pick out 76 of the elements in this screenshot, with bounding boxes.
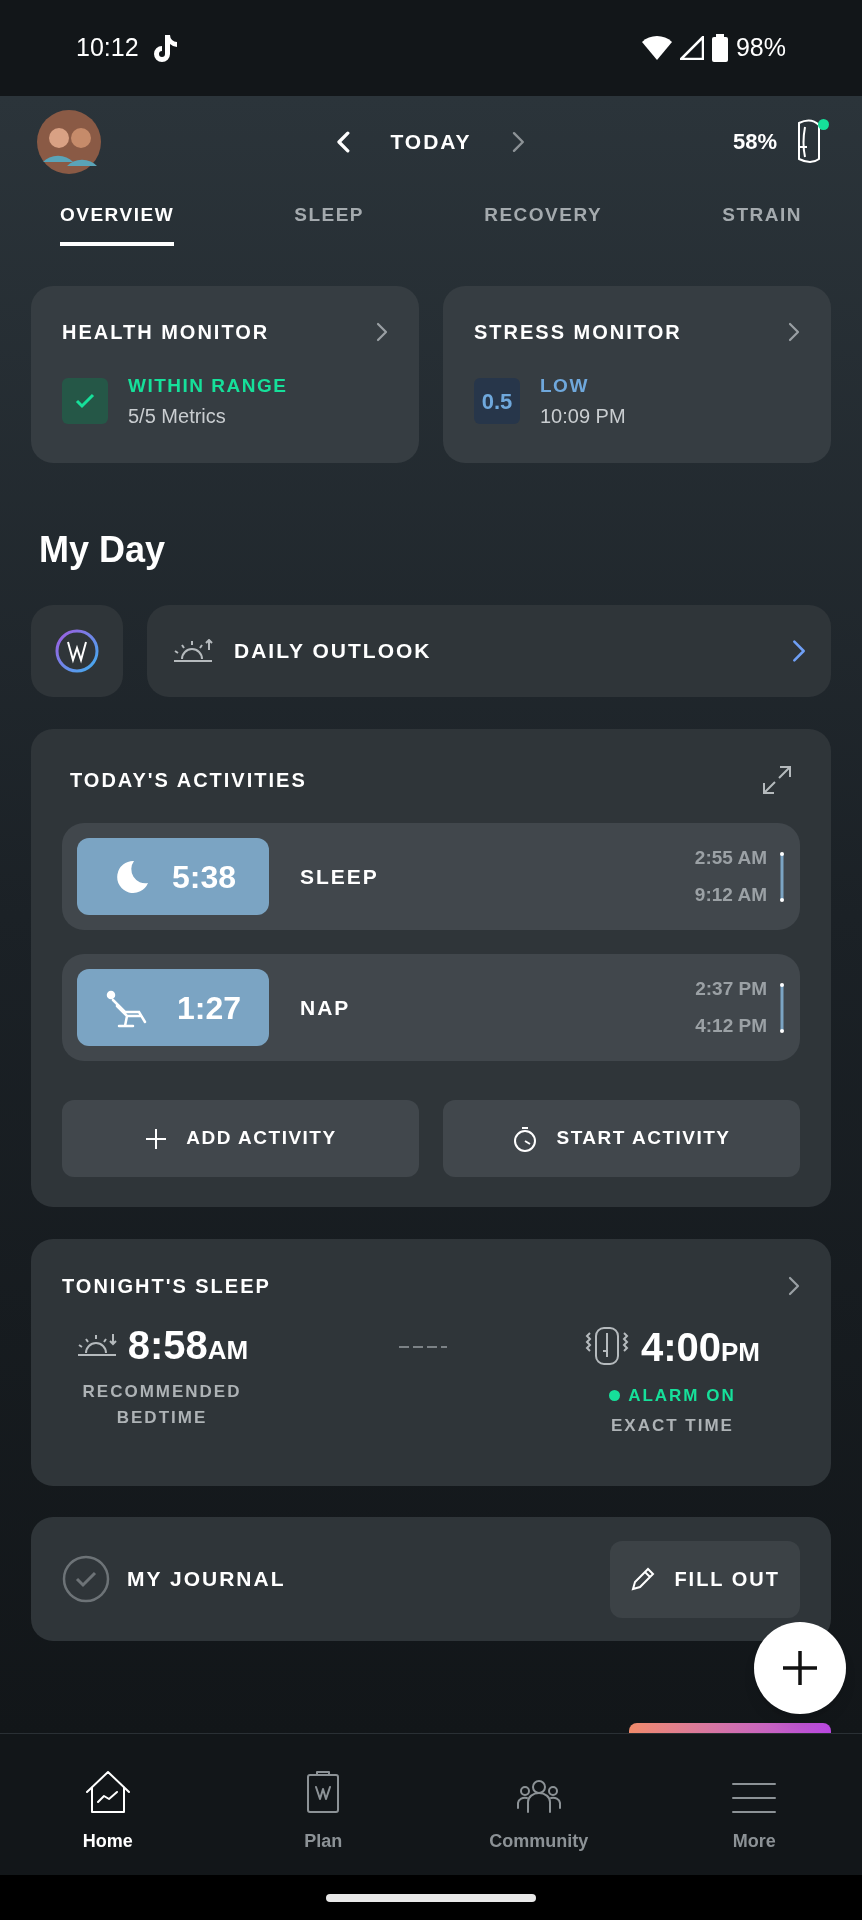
card-title: TONIGHT'S SLEEP <box>62 1274 271 1299</box>
chevron-right-icon[interactable] <box>511 130 526 153</box>
alarm-value: 4:00PM <box>640 1327 760 1367</box>
tab[interactable]: SLEEP <box>294 187 364 246</box>
stopwatch-icon <box>512 1124 539 1153</box>
check-icon <box>75 393 95 410</box>
device-battery: 58% <box>732 128 777 157</box>
menu-icon <box>732 1782 777 1814</box>
logo-icon <box>55 629 99 673</box>
activity-name: SLEEP <box>300 863 380 890</box>
vibrating-band-icon <box>584 1325 629 1367</box>
start-time: 2:55 AM <box>694 846 767 870</box>
activity-row[interactable]: 5:38 SLEEP 2:55 AM 9:12 AM <box>62 823 800 930</box>
card-title: TODAY'S ACTIVITIES <box>70 768 307 793</box>
stress-score: 0.5 <box>474 378 520 425</box>
avatar[interactable] <box>37 109 101 174</box>
activity-duration: 1:27 <box>176 988 241 1028</box>
nav-item[interactable]: Community <box>431 1734 647 1875</box>
plus-icon <box>782 1650 818 1686</box>
end-time: 9:12 AM <box>694 882 767 907</box>
monitor-detail: 5/5 Metrics <box>128 403 227 429</box>
monitor-status: WITHIN RANGE <box>128 374 288 398</box>
fill-out-button[interactable]: FILL OUT <box>610 1540 800 1618</box>
activity-row[interactable]: 1:27 NAP 2:37 PM 4:12 PM <box>62 954 800 1061</box>
sunset-icon <box>75 1333 118 1357</box>
alarm-status: ALARM ON <box>628 1385 736 1407</box>
activity-button[interactable]: START ACTIVITY <box>443 1100 800 1177</box>
home-icon <box>84 1770 131 1814</box>
nav-item[interactable]: Plan <box>215 1734 431 1875</box>
monitor-card[interactable]: HEALTH MONITOR WITHIN RANGE 5/5 Metrics <box>31 286 419 463</box>
bedtime-label: RECOMMENDED BEDTIME <box>81 1381 243 1429</box>
tab[interactable]: STRAIN <box>722 187 802 246</box>
music-note-icon <box>152 33 179 63</box>
bedtime-value: 8:58AM <box>127 1325 249 1365</box>
start-time: 2:37 PM <box>695 977 767 1001</box>
battery-icon <box>711 34 728 62</box>
time-range-bar <box>779 851 785 902</box>
clipboard-icon <box>306 1770 341 1814</box>
sunrise-icon <box>172 639 214 663</box>
chevron-right-icon[interactable] <box>376 321 388 343</box>
monitor-detail: 10:09 PM <box>540 403 626 429</box>
status-time: 10:12 <box>76 32 139 64</box>
chevron-right-icon[interactable] <box>792 639 806 663</box>
time-range-bar <box>779 982 785 1033</box>
logo-button[interactable] <box>31 605 123 697</box>
signal-icon <box>679 36 704 60</box>
end-time: 4:12 PM <box>695 1013 767 1038</box>
pencil-icon <box>630 1566 657 1592</box>
people-icon <box>515 1778 562 1814</box>
tab[interactable]: RECOVERY <box>484 187 603 246</box>
expand-icon[interactable] <box>762 765 792 795</box>
monitor-status: LOW <box>540 374 590 398</box>
daily-outlook-button[interactable]: DAILY OUTLOOK <box>147 605 831 697</box>
wifi-icon <box>641 36 672 60</box>
activity-duration: 5:38 <box>171 857 236 897</box>
plus-icon <box>144 1126 169 1151</box>
tonights-sleep-card[interactable]: TONIGHT'S SLEEP 8:58AM RECOMMENDED BEDTIME 4:00PM ALARM ON EXACT TIME <box>31 1239 831 1486</box>
card-title: HEALTH MONITOR <box>62 320 270 345</box>
chevron-right-icon[interactable] <box>788 321 800 343</box>
card-title: STRESS MONITOR <box>474 320 682 345</box>
activity-button[interactable]: ADD ACTIVITY <box>62 1100 419 1177</box>
tab[interactable]: OVERVIEW <box>60 187 175 246</box>
activity-name: NAP <box>300 994 352 1021</box>
nav-item[interactable]: More <box>646 1734 862 1875</box>
section-heading: My Day <box>39 528 167 572</box>
date-label: TODAY <box>390 128 472 155</box>
nav-item[interactable]: Home <box>0 1734 216 1875</box>
journal-title: MY JOURNAL <box>127 1566 287 1593</box>
monitor-card[interactable]: STRESS MONITOR 0.5 LOW 10:09 PM <box>443 286 831 463</box>
battery-percent: 98% <box>735 32 786 64</box>
journal-checkbox[interactable] <box>62 1555 110 1603</box>
daily-outlook-label: DAILY OUTLOOK <box>234 638 433 665</box>
chevron-left-icon[interactable] <box>336 130 351 153</box>
dashed-line <box>399 1345 448 1349</box>
chevron-right-icon[interactable] <box>788 1275 800 1297</box>
alarm-mode: EXACT TIME <box>611 1414 734 1437</box>
